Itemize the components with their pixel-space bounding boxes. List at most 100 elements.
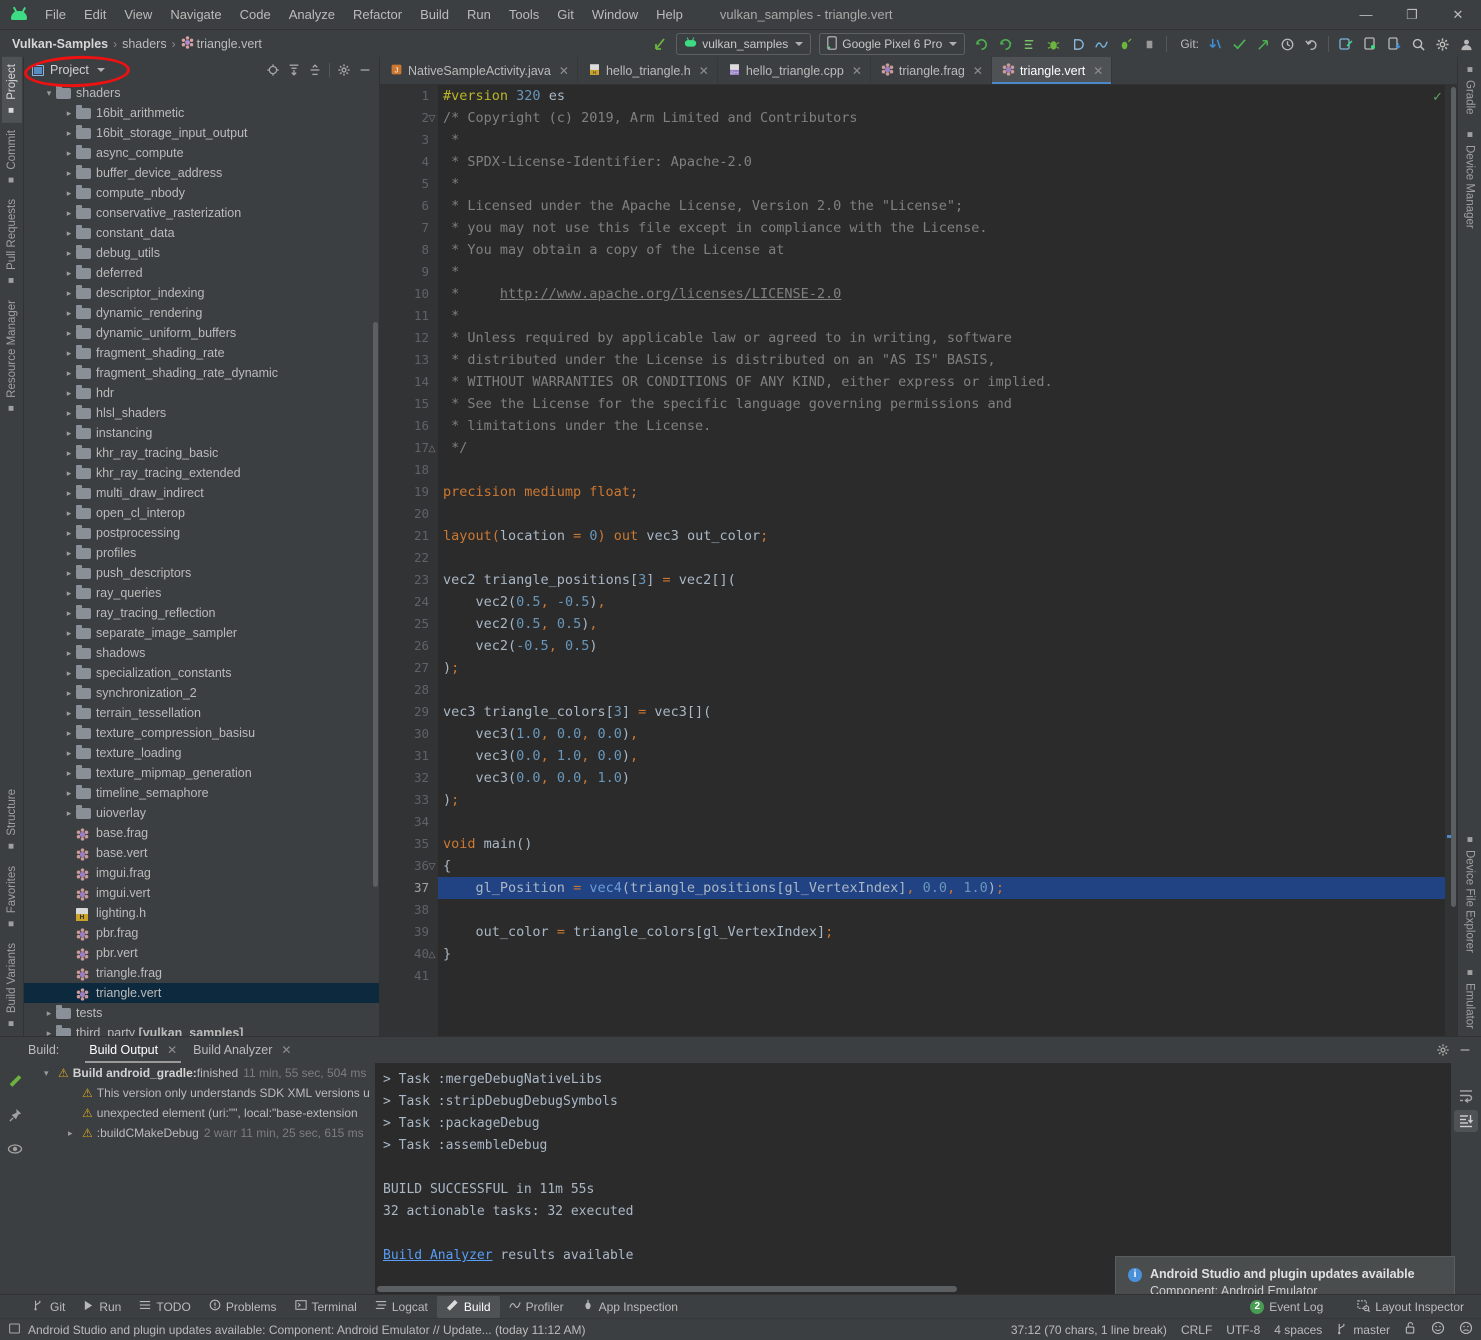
- project-file-tree[interactable]: ▾shaders▸16bit_arithmetic▸16bit_storage_…: [24, 83, 379, 1036]
- tree-item[interactable]: ▸compute_nbody: [24, 183, 379, 203]
- breadcrumb-file[interactable]: triangle.vert: [197, 37, 262, 51]
- code-line[interactable]: vec2(0.5, 0.5),: [438, 613, 1445, 635]
- chevron-right-icon[interactable]: ▸: [62, 388, 76, 399]
- toolwindow-run[interactable]: Run: [74, 1297, 130, 1317]
- code-line[interactable]: [438, 503, 1445, 525]
- module-selector[interactable]: vulkan_samples: [676, 33, 811, 55]
- chevron-right-icon[interactable]: ▸: [62, 608, 76, 619]
- close-icon[interactable]: ✕: [852, 64, 862, 78]
- code-line[interactable]: */: [438, 437, 1445, 459]
- code-line[interactable]: * distributed under the License is distr…: [438, 349, 1445, 371]
- tool-button-project[interactable]: ■Project: [2, 57, 22, 123]
- debug-icon[interactable]: [1042, 33, 1064, 55]
- code-line[interactable]: out_color = triangle_colors[gl_VertexInd…: [438, 921, 1445, 943]
- toolwindow-todo[interactable]: TODO: [130, 1296, 199, 1317]
- tree-item[interactable]: lighting.h: [24, 903, 379, 923]
- code-line[interactable]: vec3(0.0, 1.0, 0.0),: [438, 745, 1445, 767]
- menu-view[interactable]: View: [115, 3, 161, 26]
- editor-tab-hello-triangle-cpp[interactable]: C++hello_triangle.cpp✕: [718, 57, 871, 84]
- code-line[interactable]: *: [438, 305, 1445, 327]
- menu-tools[interactable]: Tools: [500, 3, 548, 26]
- chevron-right-icon[interactable]: ▸: [62, 548, 76, 559]
- tree-item[interactable]: base.frag: [24, 823, 379, 843]
- tree-item[interactable]: ▾shaders: [24, 83, 379, 103]
- code-line[interactable]: * you may not use this file except in co…: [438, 217, 1445, 239]
- stop-icon[interactable]: [1138, 33, 1160, 55]
- select-opened-file-icon[interactable]: [263, 60, 283, 80]
- tree-item[interactable]: ▸async_compute: [24, 143, 379, 163]
- tree-item[interactable]: ▸debug_utils: [24, 243, 379, 263]
- chevron-right-icon[interactable]: ▸: [62, 268, 76, 279]
- tool-button-device-manager[interactable]: ■Device Manager: [1460, 122, 1480, 236]
- account-icon[interactable]: [1455, 33, 1477, 55]
- line-number[interactable]: 18: [380, 459, 438, 481]
- chevron-right-icon[interactable]: ▸: [62, 448, 76, 459]
- editor-tab-hello-triangle-h[interactable]: Hhello_triangle.h✕: [578, 57, 718, 84]
- profiler-icon[interactable]: [1090, 33, 1112, 55]
- toolwindow-event-log[interactable]: 2Event Log: [1241, 1297, 1332, 1317]
- menu-window[interactable]: Window: [583, 3, 647, 26]
- line-number[interactable]: 30: [380, 723, 438, 745]
- toolwindow-build[interactable]: Build: [437, 1296, 500, 1318]
- chevron-down-icon[interactable]: ▾: [42, 88, 56, 99]
- settings-icon[interactable]: [1433, 1040, 1453, 1060]
- line-number[interactable]: 39: [380, 921, 438, 943]
- happy-face-icon[interactable]: [1431, 1321, 1445, 1338]
- gear-icon[interactable]: [1431, 33, 1453, 55]
- git-commit-icon[interactable]: [1228, 33, 1250, 55]
- build-tab-build-analyzer[interactable]: Build Analyzer✕: [185, 1039, 299, 1061]
- encoding[interactable]: UTF-8: [1226, 1323, 1260, 1337]
- indent-setting[interactable]: 4 spaces: [1274, 1323, 1322, 1337]
- tree-item[interactable]: ▸dynamic_rendering: [24, 303, 379, 323]
- toolwindow-app-inspection[interactable]: App Inspection: [573, 1296, 687, 1317]
- line-number[interactable]: 22: [380, 547, 438, 569]
- menu-code[interactable]: Code: [231, 3, 280, 26]
- tool-button-pull-requests[interactable]: ■Pull Requests: [2, 192, 22, 293]
- editor-scrollbar[interactable]: [1451, 87, 1456, 907]
- line-number[interactable]: 25: [380, 613, 438, 635]
- tool-button-build-variants[interactable]: ■Build Variants: [2, 936, 22, 1036]
- tree-item[interactable]: ▸khr_ray_tracing_extended: [24, 463, 379, 483]
- chevron-right-icon[interactable]: ▸: [62, 808, 76, 819]
- chevron-right-icon[interactable]: ▸: [62, 288, 76, 299]
- menu-run[interactable]: Run: [458, 3, 500, 26]
- tree-item[interactable]: ▸khr_ray_tracing_basic: [24, 443, 379, 463]
- chevron-right-icon[interactable]: ▸: [62, 248, 76, 259]
- code-line[interactable]: [438, 899, 1445, 921]
- code-line[interactable]: *: [438, 261, 1445, 283]
- maximize-button[interactable]: ❐: [1389, 0, 1435, 29]
- tree-item[interactable]: ▸uioverlay: [24, 803, 379, 823]
- tree-item[interactable]: ▸profiles: [24, 543, 379, 563]
- menu-build[interactable]: Build: [411, 3, 458, 26]
- code-line[interactable]: * Licensed under the Apache License, Ver…: [438, 195, 1445, 217]
- toolwindow-profiler[interactable]: Profiler: [500, 1296, 573, 1317]
- run-icon[interactable]: [970, 33, 992, 55]
- fold-open-icon[interactable]: ▽: [427, 113, 437, 123]
- tool-button-gradle[interactable]: ■Gradle: [1460, 57, 1480, 122]
- close-icon[interactable]: ✕: [559, 64, 569, 78]
- tree-item[interactable]: ▸ray_tracing_reflection: [24, 603, 379, 623]
- chevron-right-icon[interactable]: ▸: [62, 628, 76, 639]
- project-panel-title-button[interactable]: Project: [32, 63, 105, 77]
- chevron-right-icon[interactable]: ▸: [62, 468, 76, 479]
- tree-item[interactable]: ▸descriptor_indexing: [24, 283, 379, 303]
- build-tree-row[interactable]: ▾⚠Build android_gradle: finished11 min, …: [30, 1063, 375, 1083]
- line-number[interactable]: 10: [380, 283, 438, 305]
- code-line[interactable]: }: [438, 943, 1445, 965]
- menu-analyze[interactable]: Analyze: [280, 3, 344, 26]
- tree-item[interactable]: ▸16bit_storage_input_output: [24, 123, 379, 143]
- line-number[interactable]: 13: [380, 349, 438, 371]
- line-number[interactable]: 33: [380, 789, 438, 811]
- close-icon[interactable]: ✕: [1093, 64, 1103, 78]
- toolwindow-problems[interactable]: Problems: [200, 1296, 286, 1317]
- chevron-right-icon[interactable]: ▸: [42, 1008, 56, 1019]
- toolwindow-layout-inspector[interactable]: Layout Inspector: [1348, 1296, 1473, 1318]
- chevron-right-icon[interactable]: ▸: [62, 128, 76, 139]
- rerun-icon[interactable]: [994, 33, 1016, 55]
- tree-item[interactable]: ▸third_party [vulkan_samples]: [24, 1023, 379, 1036]
- code-line[interactable]: layout(location = 0) out vec3 out_color;: [438, 525, 1445, 547]
- tool-button-emulator[interactable]: ■Emulator: [1460, 960, 1480, 1036]
- attach-debugger-icon[interactable]: [1066, 33, 1088, 55]
- chevron-right-icon[interactable]: ▸: [62, 708, 76, 719]
- back-arrow-icon[interactable]: [649, 33, 671, 55]
